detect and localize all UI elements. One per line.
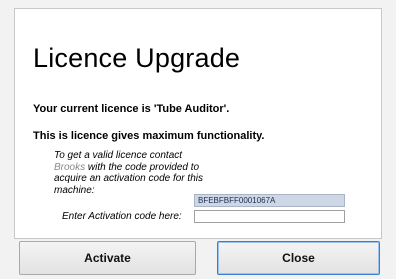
dialog-title: Licence Upgrade (33, 43, 241, 73)
activation-code-label: Enter Activation code here: (62, 211, 182, 222)
instructions-text: To get a valid licence contact Brooks wi… (54, 150, 214, 196)
instructions-part1: To get a valid licence contact (54, 150, 183, 161)
functionality-text: This is licence gives maximum functional… (33, 130, 265, 142)
current-licence-text: Your current licence is 'Tube Auditor'. (33, 103, 230, 115)
brooks-label: Brooks (54, 161, 86, 173)
close-button[interactable]: Close (217, 241, 380, 275)
activation-code-input[interactable] (194, 210, 345, 223)
activate-button[interactable]: Activate (19, 241, 196, 275)
machine-code-field[interactable]: BFEBFBFF0001067A (194, 194, 345, 207)
